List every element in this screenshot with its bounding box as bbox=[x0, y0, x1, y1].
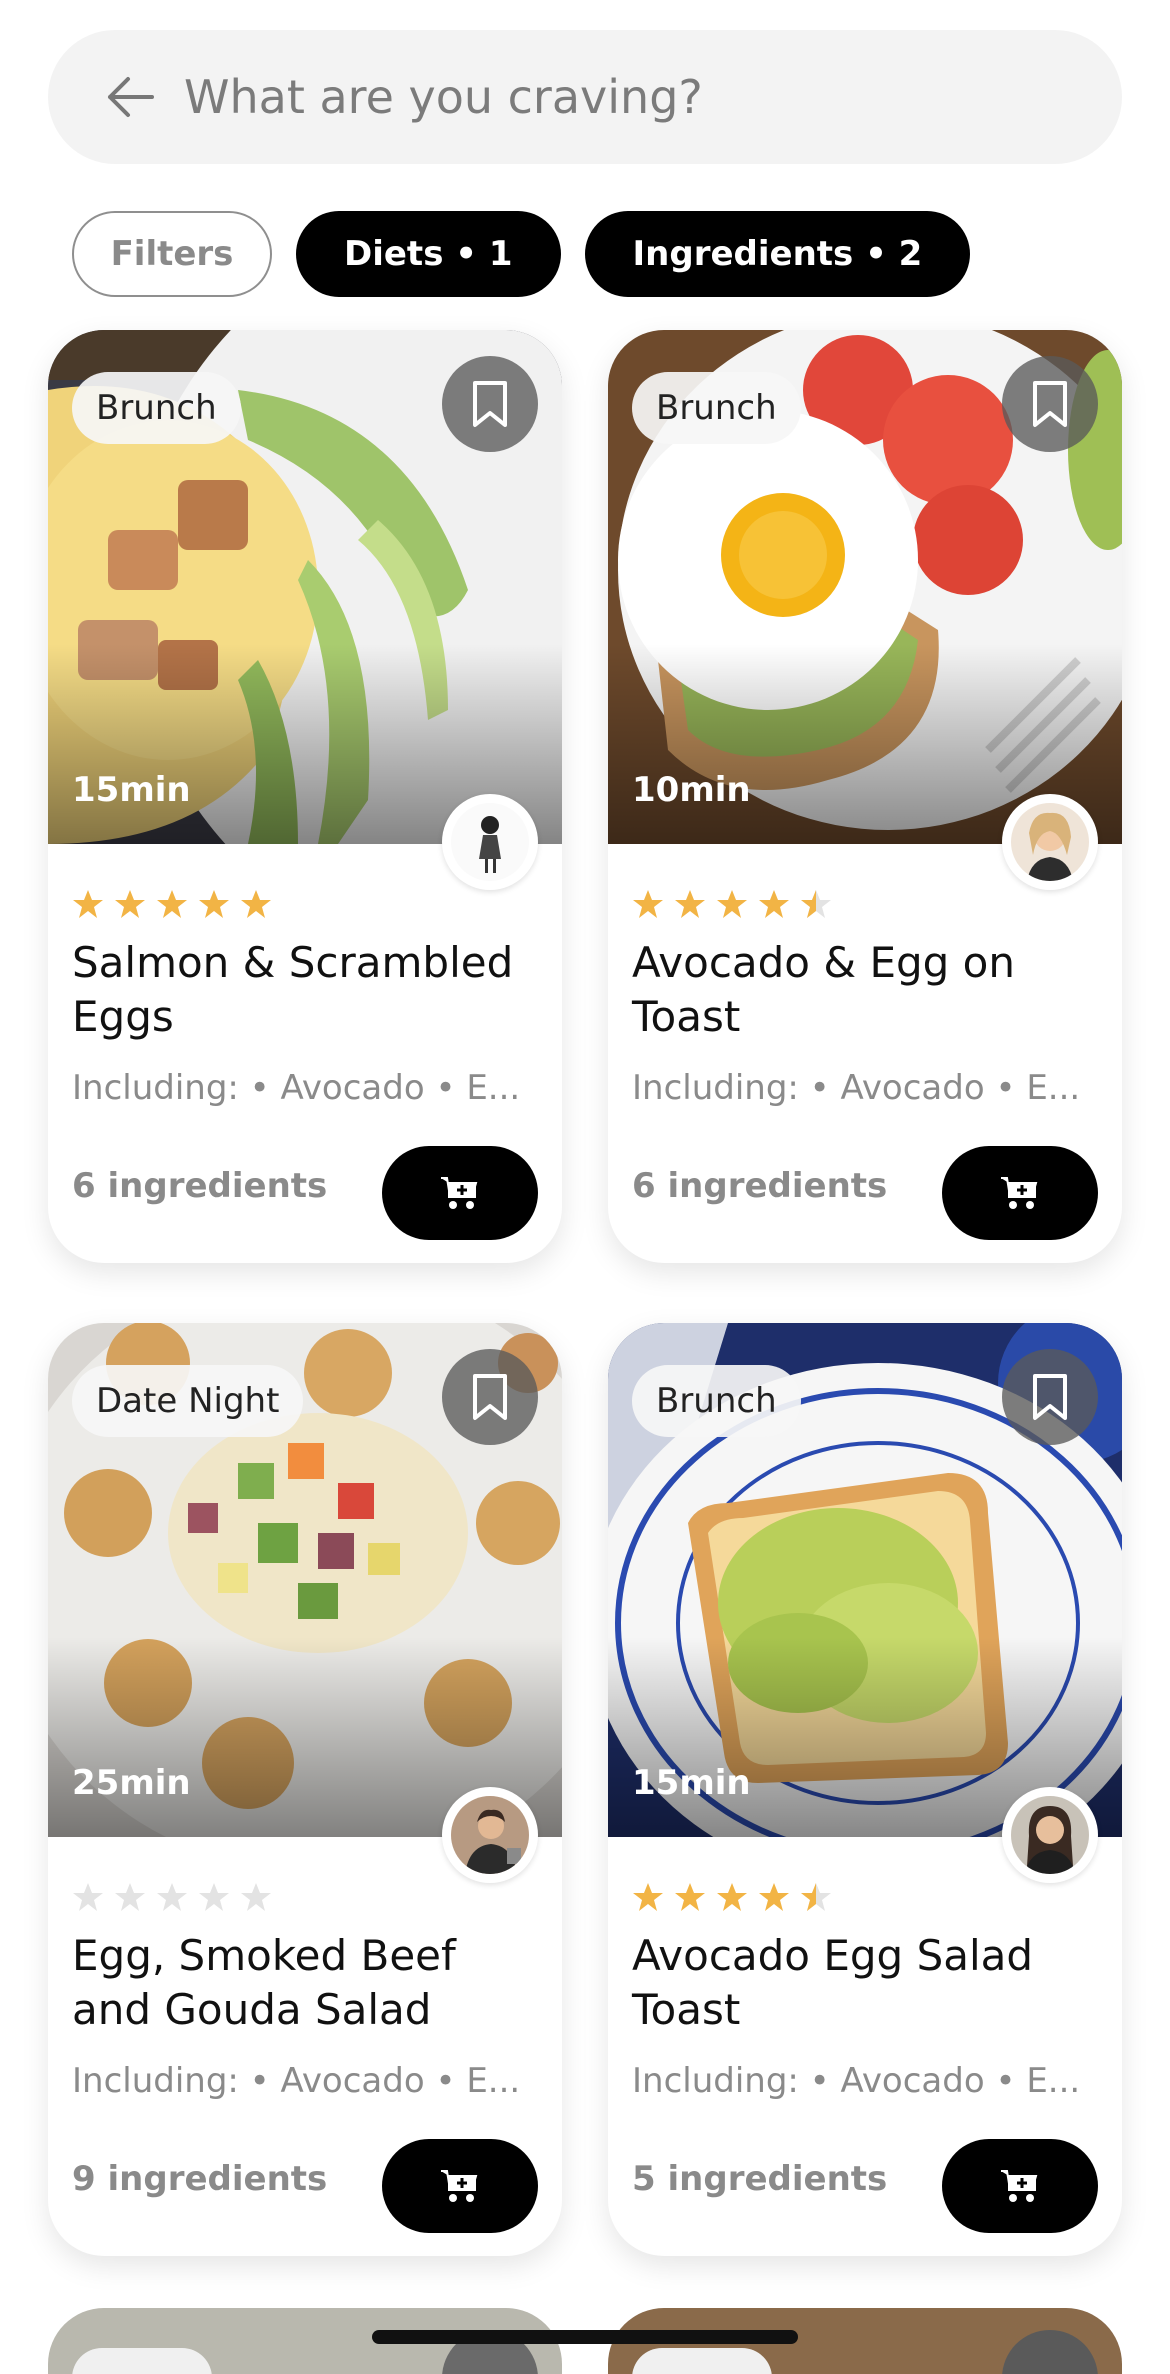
cart-add-icon bbox=[441, 2170, 478, 2202]
half-star-icon bbox=[801, 890, 831, 918]
ingredients-chip[interactable]: Ingredients • 2 bbox=[584, 211, 971, 297]
cook-time: 10min bbox=[632, 770, 751, 810]
home-indicator[interactable] bbox=[372, 2330, 798, 2344]
star-icon bbox=[633, 1883, 663, 1911]
bookmark-icon[interactable] bbox=[442, 356, 538, 452]
star-icon bbox=[157, 890, 187, 918]
star-icon bbox=[115, 890, 145, 918]
recipe-card[interactable]: Brunch 10min Avocado & Egg on Toast Incl… bbox=[608, 330, 1122, 1263]
search-input[interactable] bbox=[184, 70, 1034, 124]
rating-stars bbox=[72, 888, 272, 920]
add-to-cart-button[interactable] bbox=[942, 1146, 1098, 1240]
ingredient-count: 6 ingredients bbox=[72, 1166, 328, 1206]
author-avatar[interactable] bbox=[442, 1787, 538, 1883]
back-arrow-icon[interactable] bbox=[100, 67, 160, 127]
half-star-icon bbox=[801, 1883, 831, 1911]
ingredients-preview: Including: • Avocado • E... bbox=[632, 2061, 1081, 2101]
cart-add-icon bbox=[1001, 2170, 1038, 2202]
cart-add-icon bbox=[441, 1177, 478, 1209]
filters-chip[interactable]: Filters bbox=[72, 211, 272, 297]
bookmark-icon[interactable] bbox=[1002, 1349, 1098, 1445]
ingredients-preview: Including: • Avocado • E... bbox=[72, 2061, 521, 2101]
recipe-title[interactable]: Salmon & Scrambled Eggs bbox=[72, 936, 542, 1044]
ingredient-count: 9 ingredients bbox=[72, 2159, 328, 2199]
cook-time: 15min bbox=[632, 1763, 751, 1803]
diets-chip[interactable]: Diets • 1 bbox=[296, 211, 561, 297]
ingredient-count: 6 ingredients bbox=[632, 1166, 888, 1206]
star-icon bbox=[759, 890, 789, 918]
category-tag: Brunch bbox=[72, 372, 241, 444]
author-avatar[interactable] bbox=[442, 794, 538, 890]
star-icon bbox=[199, 890, 229, 918]
star-icon bbox=[675, 890, 705, 918]
star-icon bbox=[759, 1883, 789, 1911]
star-icon bbox=[73, 890, 103, 918]
add-to-cart-button[interactable] bbox=[942, 2139, 1098, 2233]
star-icon bbox=[157, 1883, 187, 1911]
star-icon bbox=[717, 890, 747, 918]
star-icon bbox=[241, 1883, 271, 1911]
ingredient-count: 5 ingredients bbox=[632, 2159, 888, 2199]
star-icon bbox=[241, 890, 271, 918]
bookmark-icon[interactable] bbox=[1002, 356, 1098, 452]
rating-stars bbox=[632, 1881, 832, 1913]
recipe-title[interactable]: Avocado & Egg on Toast bbox=[632, 936, 1102, 1044]
star-icon bbox=[73, 1883, 103, 1911]
recipe-title[interactable]: Egg, Smoked Beef and Gouda Salad bbox=[72, 1929, 542, 2037]
recipe-card[interactable]: Date Night 25min Egg, Smoked Beef and Go… bbox=[48, 1323, 562, 2256]
recipe-card[interactable]: Brunch 15min Salmon & Scrambled Eggs Inc… bbox=[48, 330, 562, 1263]
search-bar[interactable] bbox=[48, 30, 1122, 164]
cook-time: 25min bbox=[72, 1763, 191, 1803]
star-icon bbox=[675, 1883, 705, 1911]
bookmark-icon[interactable] bbox=[442, 1349, 538, 1445]
star-icon bbox=[199, 1883, 229, 1911]
recipe-title[interactable]: Avocado Egg Salad Toast bbox=[632, 1929, 1102, 2037]
star-icon bbox=[633, 890, 663, 918]
filter-chips: Filters Diets • 1 Ingredients • 2 bbox=[72, 211, 971, 297]
ingredients-preview: Including: • Avocado • E... bbox=[632, 1068, 1081, 1108]
cook-time: 15min bbox=[72, 770, 191, 810]
recipe-card[interactable]: Brunch 15min Avocado Egg Salad Toast Inc… bbox=[608, 1323, 1122, 2256]
category-tag: Brunch bbox=[632, 1365, 801, 1437]
rating-stars bbox=[72, 1881, 272, 1913]
add-to-cart-button[interactable] bbox=[382, 2139, 538, 2233]
star-icon bbox=[115, 1883, 145, 1911]
add-to-cart-button[interactable] bbox=[382, 1146, 538, 1240]
category-tag: Date Night bbox=[72, 1365, 304, 1437]
author-avatar[interactable] bbox=[1002, 1787, 1098, 1883]
ingredients-preview: Including: • Avocado • E... bbox=[72, 1068, 521, 1108]
author-avatar[interactable] bbox=[1002, 794, 1098, 890]
rating-stars bbox=[632, 888, 832, 920]
category-tag: Brunch bbox=[632, 372, 801, 444]
cart-add-icon bbox=[1001, 1177, 1038, 1209]
star-icon bbox=[717, 1883, 747, 1911]
